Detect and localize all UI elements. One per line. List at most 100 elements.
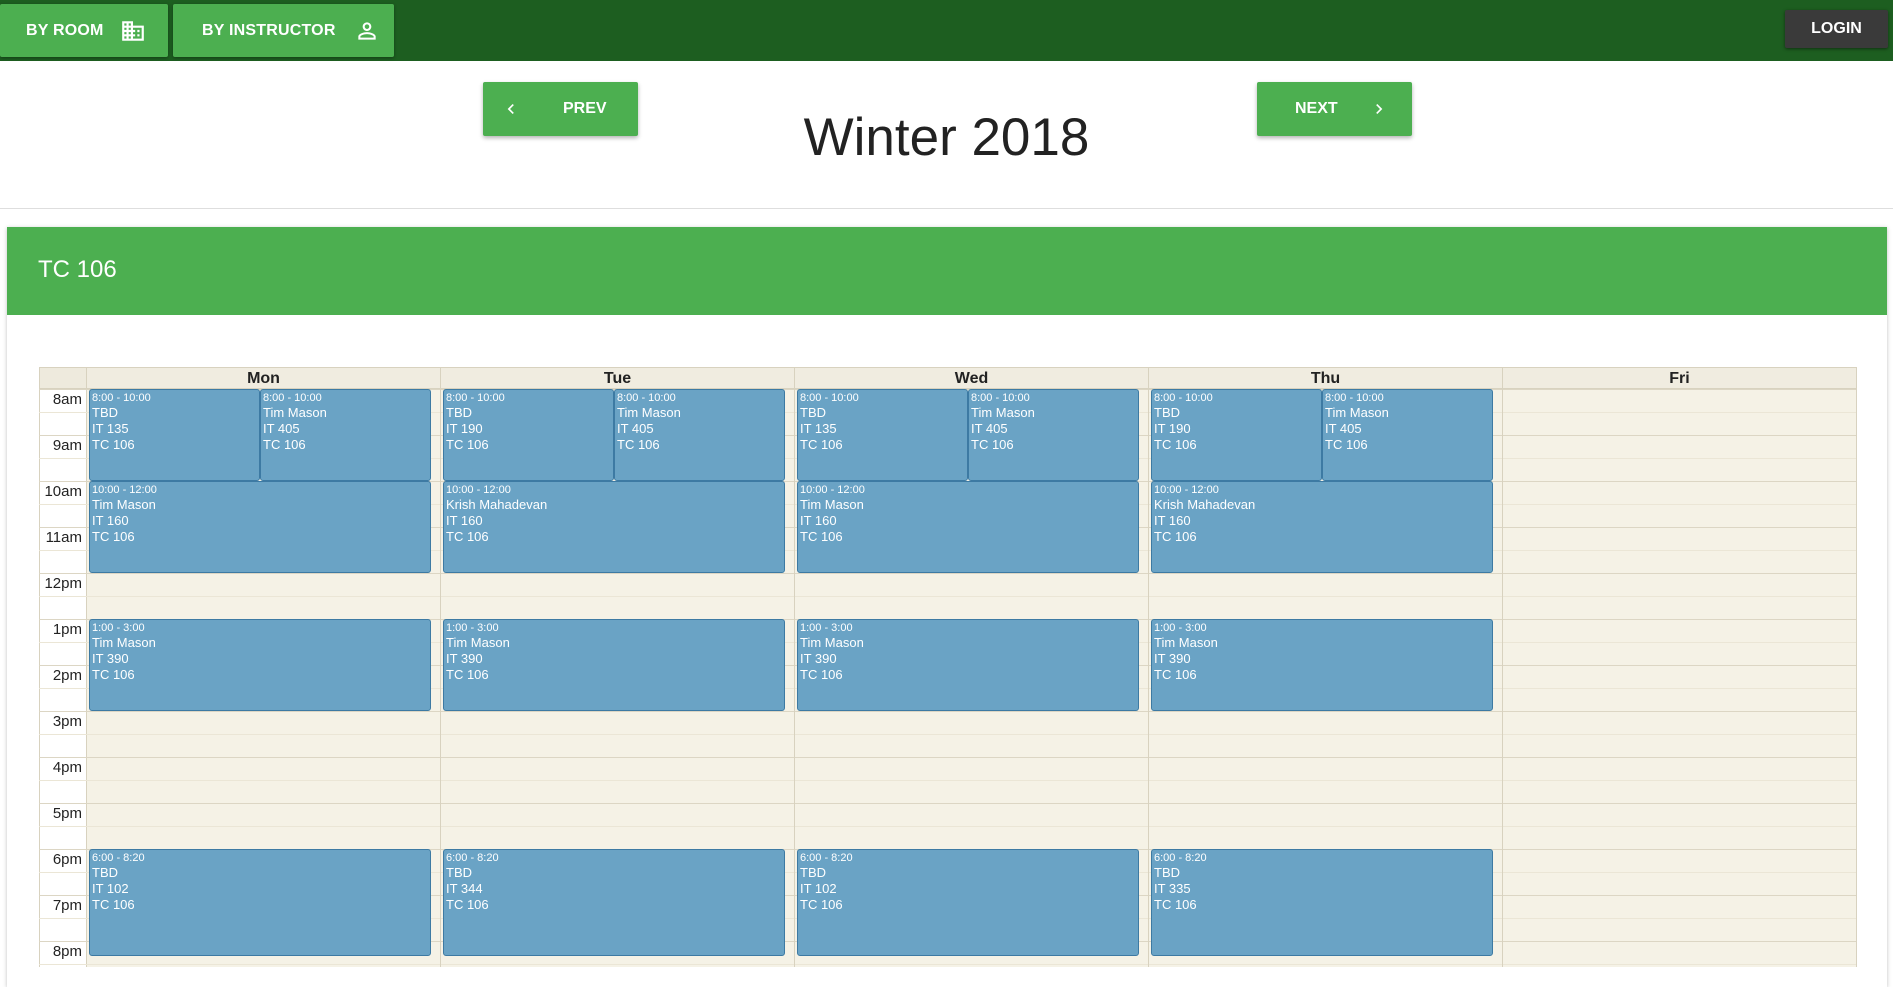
calendar-event[interactable]: 10:00 - 12:00 Tim Mason IT 160 TC 106 bbox=[797, 481, 1139, 573]
event-instructor: Krish Mahadevan bbox=[1154, 497, 1256, 512]
event-course: IT 102 bbox=[800, 881, 837, 896]
event-instructor: Tim Mason bbox=[263, 405, 327, 420]
prev-label: PREV bbox=[563, 100, 607, 117]
calendar-event[interactable]: 1:00 - 3:00 Tim Mason IT 390 TC 106 bbox=[797, 619, 1139, 711]
day-header-wed: Wed bbox=[795, 367, 1149, 389]
half-hour-line bbox=[39, 826, 1857, 827]
event-instructor: Tim Mason bbox=[92, 635, 156, 650]
half-hour-line bbox=[39, 734, 1857, 735]
event-time: 8:00 - 10:00 bbox=[800, 392, 859, 404]
event-room: TC 106 bbox=[800, 667, 843, 682]
by-room-label: BY ROOM bbox=[26, 21, 104, 39]
event-time: 1:00 - 3:00 bbox=[446, 622, 499, 634]
calendar-event[interactable]: 8:00 - 10:00 Tim Mason IT 405 TC 106 bbox=[1322, 389, 1493, 481]
hour-label: 7pm bbox=[52, 897, 82, 914]
event-course: IT 405 bbox=[617, 421, 654, 436]
calendar-event[interactable]: 1:00 - 3:00 Tim Mason IT 390 TC 106 bbox=[1151, 619, 1493, 711]
event-room: TC 106 bbox=[1325, 437, 1368, 452]
event-instructor: Tim Mason bbox=[1154, 635, 1218, 650]
calendar-event[interactable]: 6:00 - 8:20 TBD IT 102 TC 106 bbox=[89, 849, 431, 957]
event-course: IT 405 bbox=[1325, 421, 1362, 436]
login-button[interactable]: LOGIN bbox=[1785, 10, 1888, 48]
by-instructor-button[interactable]: BY INSTRUCTOR bbox=[173, 4, 394, 57]
calendar-event[interactable]: 8:00 - 10:00 Tim Mason IT 405 TC 106 bbox=[968, 389, 1139, 481]
event-time: 6:00 - 8:20 bbox=[92, 852, 145, 864]
event-room: TC 106 bbox=[92, 437, 135, 452]
event-time: 6:00 - 8:20 bbox=[800, 852, 853, 864]
calendar-event[interactable]: 6:00 - 8:20 TBD IT 344 TC 106 bbox=[443, 849, 785, 957]
event-time: 8:00 - 10:00 bbox=[617, 392, 676, 404]
chevron-left-icon bbox=[501, 99, 521, 119]
calendar-event[interactable]: 10:00 - 12:00 Krish Mahadevan IT 160 TC 106 bbox=[1151, 481, 1493, 573]
event-instructor: TBD bbox=[446, 405, 472, 420]
event-room: TC 106 bbox=[1154, 667, 1197, 682]
event-room: TC 106 bbox=[800, 897, 843, 912]
event-room: TC 106 bbox=[617, 437, 660, 452]
hour-line bbox=[39, 711, 1857, 712]
next-label: NEXT bbox=[1295, 100, 1338, 117]
event-course: IT 135 bbox=[92, 421, 129, 436]
prev-button[interactable]: PREV bbox=[483, 82, 638, 136]
hour-label: 4pm bbox=[52, 759, 82, 776]
event-time: 8:00 - 10:00 bbox=[1325, 392, 1384, 404]
hour-line bbox=[39, 757, 1857, 758]
room-header: TC 106 bbox=[7, 227, 1887, 315]
event-course: IT 160 bbox=[800, 513, 837, 528]
calendar-event[interactable]: 8:00 - 10:00 TBD IT 135 TC 106 bbox=[89, 389, 260, 481]
event-course: IT 190 bbox=[1154, 421, 1191, 436]
day-separator bbox=[1502, 389, 1503, 967]
hour-label: 9am bbox=[52, 437, 82, 454]
event-room: TC 106 bbox=[800, 529, 843, 544]
event-room: TC 106 bbox=[971, 437, 1014, 452]
half-hour-line bbox=[39, 780, 1857, 781]
event-course: IT 390 bbox=[800, 651, 837, 666]
calendar-event[interactable]: 8:00 - 10:00 TBD IT 190 TC 106 bbox=[443, 389, 614, 481]
calendar-event[interactable]: 8:00 - 10:00 TBD IT 135 TC 106 bbox=[797, 389, 968, 481]
room-title: TC 106 bbox=[38, 256, 117, 283]
event-time: 8:00 - 10:00 bbox=[263, 392, 322, 404]
hour-label: 12pm bbox=[44, 575, 82, 592]
by-room-button[interactable]: BY ROOM bbox=[0, 4, 168, 57]
event-instructor: Tim Mason bbox=[1325, 405, 1389, 420]
event-time: 8:00 - 10:00 bbox=[92, 392, 151, 404]
calendar-event[interactable]: 6:00 - 8:20 TBD IT 102 TC 106 bbox=[797, 849, 1139, 957]
calendar-event[interactable]: 1:00 - 3:00 Tim Mason IT 390 TC 106 bbox=[89, 619, 431, 711]
hour-label: 3pm bbox=[52, 713, 82, 730]
time-gutter: 8am 9am 10am 11am 12pm 1pm 2pm 3pm 4pm 5pm 6pm 7pm 8… bbox=[39, 389, 87, 967]
day-separator bbox=[1856, 389, 1857, 967]
event-instructor: TBD bbox=[1154, 405, 1180, 420]
half-hour-line bbox=[39, 596, 1857, 597]
day-header-thu: Thu bbox=[1149, 367, 1503, 389]
next-button[interactable]: NEXT bbox=[1257, 82, 1412, 136]
calendar-event[interactable]: 6:00 - 8:20 TBD IT 335 TC 106 bbox=[1151, 849, 1493, 957]
calendar-corner bbox=[39, 367, 87, 389]
calendar-event[interactable]: 10:00 - 12:00 Tim Mason IT 160 TC 106 bbox=[89, 481, 431, 573]
calendar-event[interactable]: 8:00 - 10:00 TBD IT 190 TC 106 bbox=[1151, 389, 1322, 481]
hour-label: 8pm bbox=[52, 943, 82, 960]
building-icon bbox=[120, 18, 146, 44]
event-instructor: Tim Mason bbox=[92, 497, 156, 512]
event-course: IT 190 bbox=[446, 421, 483, 436]
hour-label: 8am bbox=[52, 391, 82, 408]
calendar-event[interactable]: 8:00 - 10:00 Tim Mason IT 405 TC 106 bbox=[614, 389, 785, 481]
event-instructor: Tim Mason bbox=[446, 635, 510, 650]
hour-label: 6pm bbox=[52, 851, 82, 868]
event-time: 10:00 - 12:00 bbox=[446, 484, 511, 496]
hour-label: 5pm bbox=[52, 805, 82, 822]
event-course: IT 390 bbox=[1154, 651, 1191, 666]
calendar-event[interactable]: 8:00 - 10:00 Tim Mason IT 405 TC 106 bbox=[260, 389, 431, 481]
calendar-event[interactable]: 10:00 - 12:00 Krish Mahadevan IT 160 TC 106 bbox=[443, 481, 785, 573]
event-course: IT 102 bbox=[92, 881, 129, 896]
event-time: 8:00 - 10:00 bbox=[1154, 392, 1213, 404]
term-title: Winter 2018 bbox=[803, 108, 1090, 167]
day-separator bbox=[440, 389, 441, 967]
event-instructor: Tim Mason bbox=[800, 635, 864, 650]
hour-label: 11am bbox=[45, 529, 82, 546]
event-room: TC 106 bbox=[446, 667, 489, 682]
event-course: IT 335 bbox=[1154, 881, 1191, 896]
event-room: TC 106 bbox=[446, 437, 489, 452]
event-time: 1:00 - 3:00 bbox=[1154, 622, 1207, 634]
calendar-event[interactable]: 1:00 - 3:00 Tim Mason IT 390 TC 106 bbox=[443, 619, 785, 711]
person-icon bbox=[354, 18, 380, 44]
event-course: IT 160 bbox=[92, 513, 129, 528]
